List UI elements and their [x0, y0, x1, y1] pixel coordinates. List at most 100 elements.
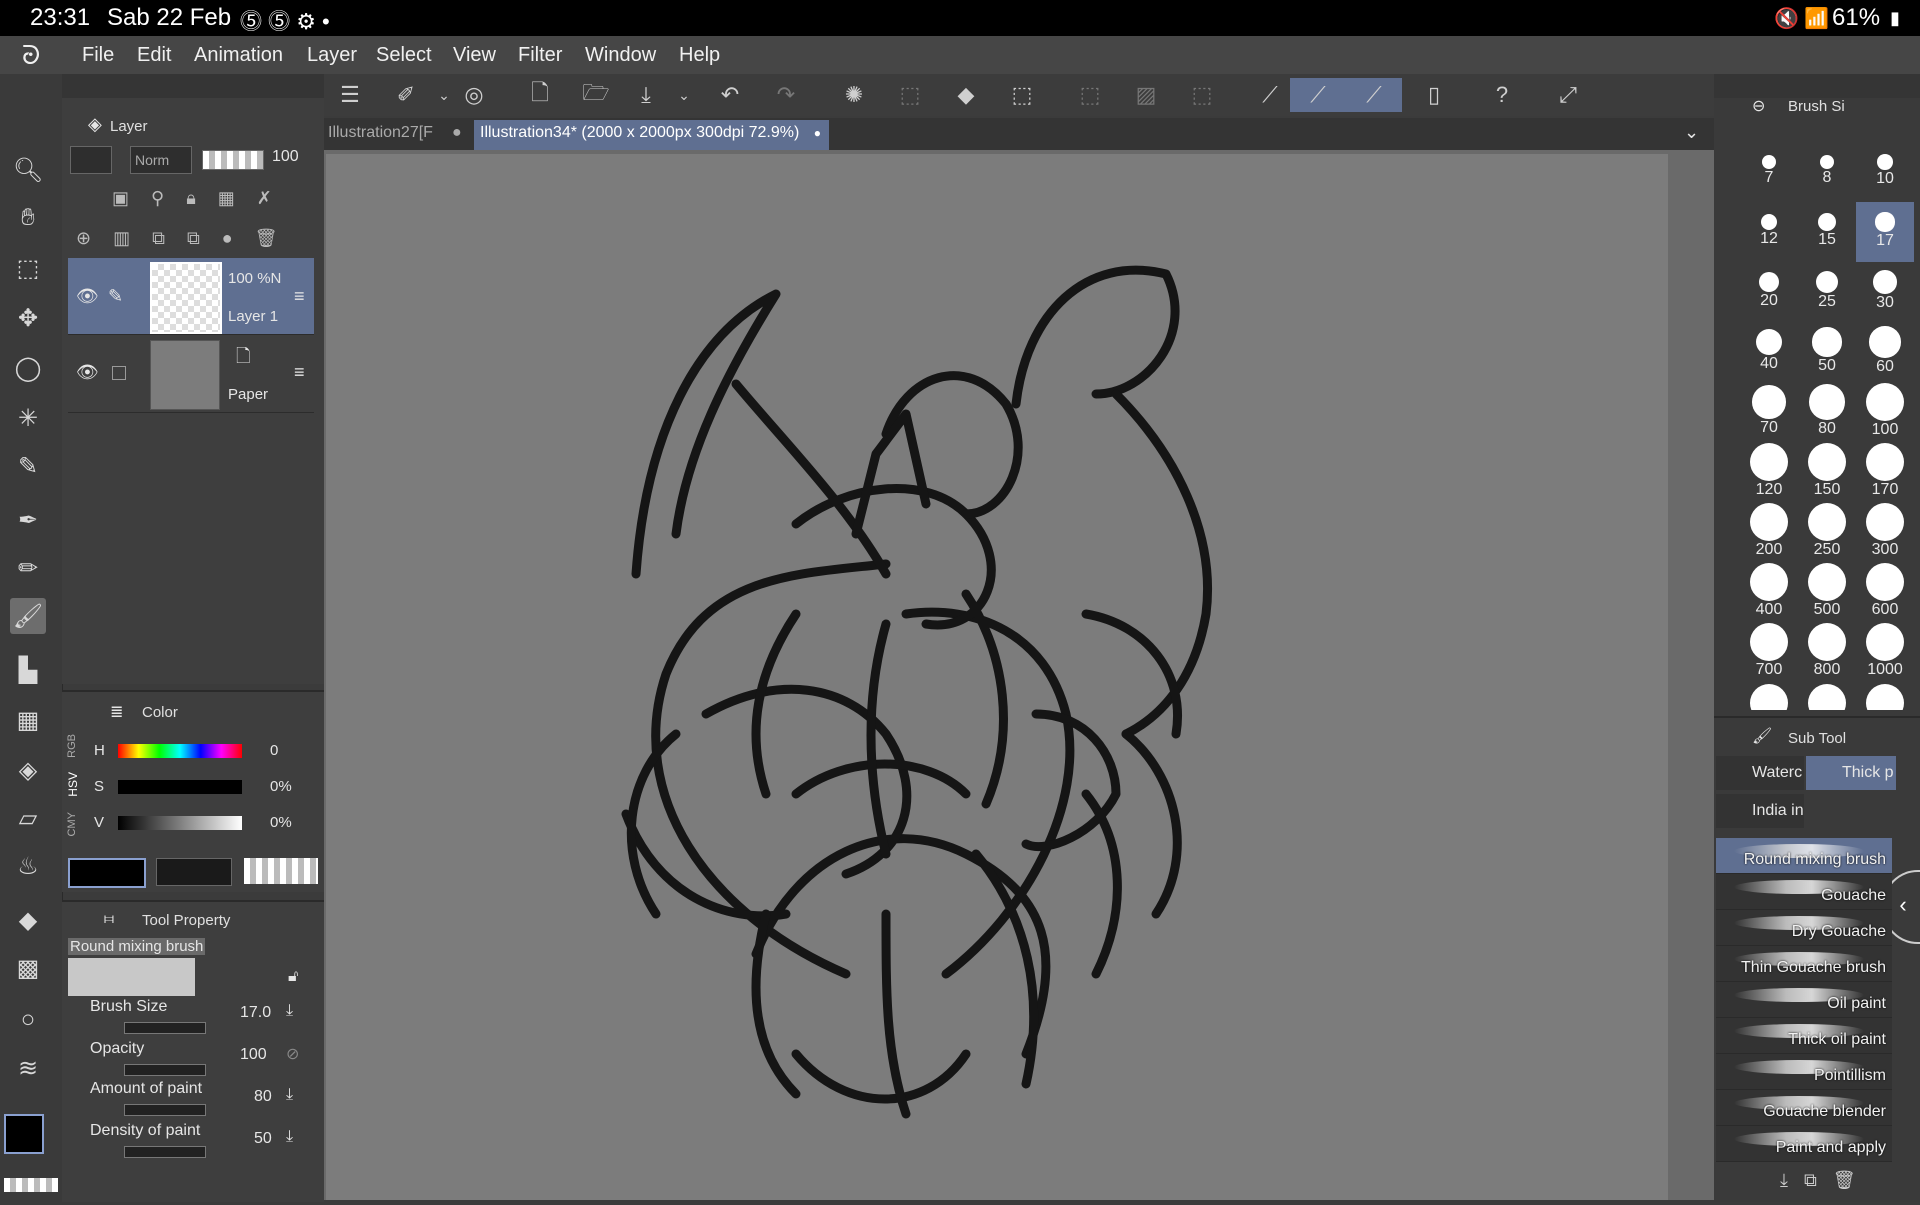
- brush-size-item[interactable]: 500: [1798, 562, 1856, 622]
- brush-size-item[interactable]: 70: [1740, 382, 1798, 442]
- layer-color-dropdown[interactable]: [70, 146, 112, 174]
- app-logo-icon[interactable]: ᘒ: [22, 40, 40, 72]
- tab-illustration27[interactable]: Illustration27[F: [328, 124, 433, 142]
- color-mode-cmy[interactable]: CMY: [66, 812, 80, 836]
- menu-view[interactable]: View: [453, 44, 496, 67]
- snap-grid-icon[interactable]: ⟋: [1346, 78, 1402, 112]
- prop-slider[interactable]: [124, 1104, 206, 1116]
- eyedropper-icon[interactable]: ✎: [10, 448, 46, 484]
- color-mode-hsv[interactable]: HSV: [66, 772, 80, 797]
- brush-item[interactable]: Paint and apply: [1716, 1126, 1892, 1162]
- chevron-down-icon[interactable]: ⌄: [664, 78, 704, 112]
- quick-access-icon[interactable]: ✐: [386, 78, 426, 112]
- brush-size-item[interactable]: 300: [1856, 502, 1914, 562]
- download-icon[interactable]: ⤓: [286, 1086, 293, 1104]
- layer-opacity-slider[interactable]: [202, 150, 264, 170]
- layer-row-layer1[interactable]: 👁︎ ✎ 100 %N Layer 1 ≡: [68, 258, 314, 335]
- panel-collapse-bar[interactable]: [1714, 74, 1920, 98]
- brush-item[interactable]: Gouache blender: [1716, 1090, 1892, 1126]
- brush-size-item[interactable]: 200: [1740, 502, 1798, 562]
- brush-size-item[interactable]: 12: [1740, 202, 1798, 262]
- download-icon[interactable]: ⤓: [286, 1128, 293, 1146]
- redo-icon[interactable]: ↷: [766, 78, 806, 112]
- subtool-action-icons[interactable]: ⤓⧉🗑︎: [1780, 1170, 1872, 1191]
- fill-tool-icon[interactable]: ◆: [10, 902, 46, 938]
- value-slider[interactable]: [118, 816, 242, 830]
- brush-size-item[interactable]: 50: [1798, 322, 1856, 382]
- color-mode-rgb[interactable]: RGB: [66, 734, 80, 758]
- lasso-tool-icon[interactable]: ◯: [10, 350, 46, 386]
- download-icon[interactable]: ⤓: [286, 1002, 293, 1020]
- blend-tool-icon[interactable]: ♨: [10, 848, 46, 884]
- brush-item[interactable]: Round mixing brush: [1716, 838, 1892, 874]
- transform-icon[interactable]: ⬚: [1002, 78, 1042, 112]
- prop-value[interactable]: 50: [254, 1130, 272, 1148]
- lock-icon[interactable]: 🔓︎: [288, 968, 298, 986]
- menu-select[interactable]: Select: [376, 44, 432, 67]
- menu-layer[interactable]: Layer: [307, 44, 357, 67]
- brush-item[interactable]: Oil paint: [1716, 982, 1892, 1018]
- brush-size-item[interactable]: [1856, 682, 1914, 710]
- prop-amount-of-paint[interactable]: Amount of paint 80 ⤓: [68, 1080, 314, 1120]
- prop-slider[interactable]: [124, 1022, 206, 1034]
- hue-slider[interactable]: [118, 744, 242, 758]
- brush-size-item[interactable]: 25: [1798, 262, 1856, 322]
- prop-value[interactable]: 17.0: [240, 1004, 271, 1022]
- invert-selection-icon[interactable]: ▨: [1126, 78, 1166, 112]
- value-value[interactable]: 0%: [270, 814, 292, 831]
- subtool-group-india-ink[interactable]: India in: [1716, 794, 1804, 828]
- prop-density-of-paint[interactable]: Density of paint 50 ⤓: [68, 1122, 314, 1162]
- visibility-eye-icon[interactable]: 👁︎: [76, 286, 99, 307]
- main-color-chip[interactable]: [68, 858, 146, 888]
- brush-size-item[interactable]: 800: [1798, 622, 1856, 682]
- brush-item[interactable]: Gouache: [1716, 874, 1892, 910]
- menu-filter[interactable]: Filter: [518, 44, 562, 67]
- brush-item[interactable]: Thick oil paint: [1716, 1018, 1892, 1054]
- loading-icon[interactable]: ✺: [834, 78, 874, 112]
- fill-icon[interactable]: ◆: [946, 78, 986, 112]
- magic-wand-icon[interactable]: ✳: [10, 400, 46, 436]
- eraser-tool-icon[interactable]: ▱: [10, 800, 46, 836]
- visibility-eye-icon[interactable]: 👁︎: [76, 362, 99, 383]
- tool-property-title[interactable]: Tool Property: [142, 912, 230, 929]
- clear-icon[interactable]: ⬚: [890, 78, 930, 112]
- layer-action-icons[interactable]: ⊕▥⧉⧉●🗑︎: [76, 228, 300, 249]
- menu-file[interactable]: File: [82, 44, 114, 67]
- tab-close-icon[interactable]: ●: [452, 124, 462, 142]
- transparent-color-chip[interactable]: [244, 858, 318, 884]
- smartphone-icon[interactable]: ▯: [1414, 78, 1454, 112]
- transparent-swatch[interactable]: [4, 1178, 58, 1192]
- subtool-group-thick-paint[interactable]: Thick p: [1806, 756, 1896, 790]
- brush-size-item[interactable]: 17: [1856, 202, 1914, 262]
- brush-size-item[interactable]: 30: [1856, 262, 1914, 322]
- prop-value[interactable]: 100: [240, 1046, 267, 1064]
- help-icon[interactable]: ?: [1482, 78, 1522, 112]
- saturation-value[interactable]: 0%: [270, 778, 292, 795]
- brush-tool-icon[interactable]: 🖌︎: [10, 598, 46, 634]
- brush-size-item[interactable]: 150: [1798, 442, 1856, 502]
- chevron-down-icon[interactable]: ⌄: [1684, 122, 1699, 143]
- zoom-tool-icon[interactable]: 🔍︎: [10, 152, 46, 188]
- 3d-tool-icon[interactable]: ◈: [10, 752, 46, 788]
- prop-slider[interactable]: [124, 1064, 206, 1076]
- prop-brush-size[interactable]: Brush Size 17.0 ⤓: [68, 998, 314, 1038]
- layer-checkbox[interactable]: [112, 366, 126, 380]
- blend-mode-select[interactable]: Norm: [130, 146, 192, 174]
- tab-close-icon[interactable]: ●: [814, 126, 821, 140]
- layer-menu-icon[interactable]: ≡: [294, 362, 305, 383]
- pen-tool-icon[interactable]: ✒: [10, 502, 46, 538]
- brush-size-item[interactable]: 600: [1856, 562, 1914, 622]
- brush-size-panel-title[interactable]: Brush Si: [1788, 98, 1845, 115]
- shape-tool-icon[interactable]: ○: [10, 1002, 46, 1038]
- panel-collapse-bar[interactable]: [62, 74, 324, 98]
- brush-size-item[interactable]: 100: [1856, 382, 1914, 442]
- color-panel-title[interactable]: Color: [142, 704, 178, 721]
- undo-icon[interactable]: ↶: [710, 78, 750, 112]
- hand-tool-icon[interactable]: ✋︎: [10, 200, 46, 236]
- ruler-tool-icon[interactable]: ≋: [10, 1050, 46, 1086]
- brush-size-item[interactable]: 7: [1740, 142, 1798, 202]
- brush-item[interactable]: Dry Gouache: [1716, 910, 1892, 946]
- move-tool-icon[interactable]: ✥: [10, 300, 46, 336]
- sub-color-chip[interactable]: [156, 858, 232, 886]
- brush-size-item[interactable]: [1740, 682, 1798, 710]
